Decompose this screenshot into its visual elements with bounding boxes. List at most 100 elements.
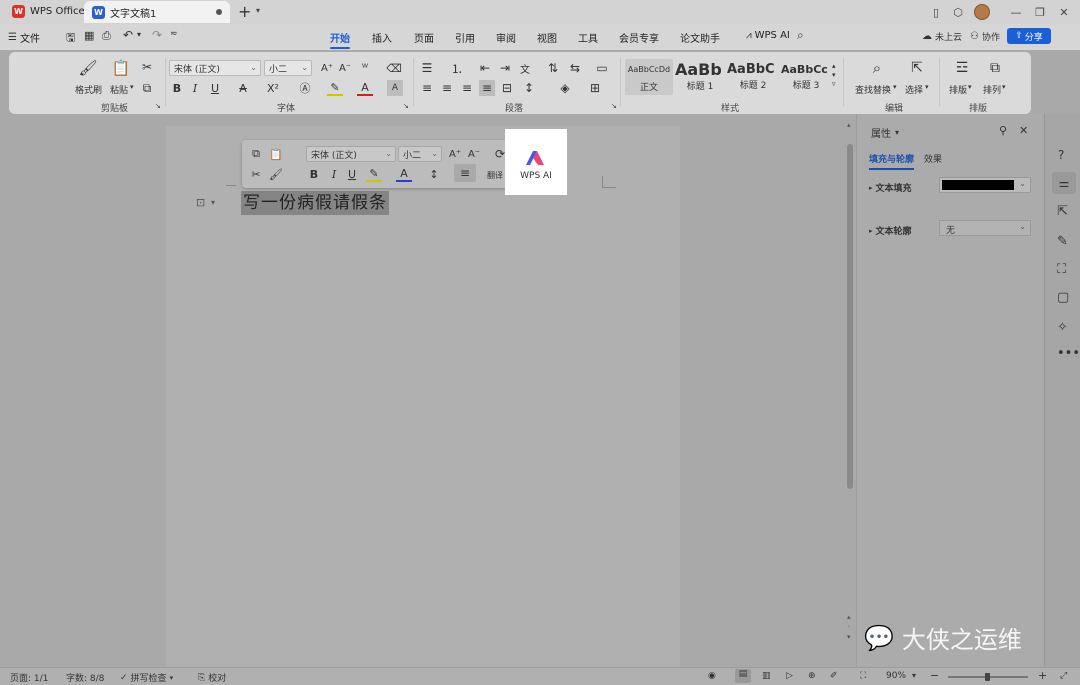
- undo-chevron-icon[interactable]: ▾: [137, 30, 141, 39]
- proofread-button[interactable]: ⎘ 校对: [198, 671, 226, 685]
- text-outline-select[interactable]: 无 ⌄: [939, 220, 1031, 236]
- chinese-layout-icon[interactable]: 文: [517, 60, 533, 76]
- highlight-icon[interactable]: ✎: [366, 166, 382, 182]
- scroll-up-icon[interactable]: ▴: [847, 121, 851, 129]
- text-fill-row[interactable]: ▸ 文本填充: [869, 181, 912, 195]
- increase-font-icon[interactable]: A⁺: [319, 60, 335, 76]
- close-panel-icon[interactable]: ✕: [1019, 124, 1028, 137]
- collab-button[interactable]: ⚇ 协作: [970, 30, 1000, 43]
- customize-toolbar-icon[interactable]: ≂: [170, 29, 178, 39]
- focus-mode-icon[interactable]: ◉: [708, 671, 716, 681]
- zoom-out-icon[interactable]: −: [930, 669, 939, 682]
- fit-page-icon[interactable]: ⛶: [860, 671, 866, 681]
- arrange-button[interactable]: 排列: [983, 83, 1001, 96]
- float-font-size-select[interactable]: 小二 ⌄: [398, 146, 442, 162]
- restore-icon[interactable]: ❐: [1032, 4, 1048, 20]
- distribute-icon[interactable]: ⊟: [499, 80, 515, 96]
- text-outline-row[interactable]: ▸ 文本轮廓: [869, 224, 912, 238]
- export-pdf-icon[interactable]: ▦: [84, 29, 94, 42]
- fullscreen-icon[interactable]: ⤢: [1060, 671, 1067, 681]
- new-tab-plus-icon[interactable]: +: [238, 2, 251, 21]
- underline-icon[interactable]: U: [207, 80, 223, 96]
- cut-icon[interactable]: ✂: [248, 166, 264, 182]
- clear-format-icon[interactable]: ⌫: [386, 60, 402, 76]
- layout-chevron-icon[interactable]: ▾: [968, 83, 972, 91]
- layout-button[interactable]: 排版: [949, 83, 967, 96]
- table-borders-icon[interactable]: ▭: [594, 60, 610, 76]
- unsaved-dot-icon[interactable]: [216, 9, 222, 15]
- font-color-icon[interactable]: A: [396, 166, 412, 182]
- arrange-icon[interactable]: ⧉: [987, 60, 1003, 76]
- tab-wps-office[interactable]: W WPS Office: [4, 0, 93, 22]
- select-chevron-icon[interactable]: ▾: [925, 83, 929, 91]
- translate-button[interactable]: 翻译: [487, 170, 503, 181]
- minimize-icon[interactable]: —: [1008, 4, 1024, 20]
- scroll-page-icon[interactable]: ▴ ◦ ▾: [847, 612, 851, 642]
- find-replace-icon[interactable]: ⌕: [869, 59, 885, 77]
- paragraph-handle-chevron-icon[interactable]: ▾: [211, 198, 215, 207]
- page-counter[interactable]: 页面: 1/1: [10, 671, 48, 684]
- text-effect-icon[interactable]: Ⓐ: [297, 80, 313, 96]
- shading-icon[interactable]: ◈: [557, 80, 573, 96]
- font-expand-icon[interactable]: ↘: [403, 102, 409, 110]
- bold-icon[interactable]: B: [306, 166, 322, 182]
- highlight-icon[interactable]: ✎: [327, 80, 343, 96]
- styles-scroll-icon[interactable]: ▴ ▾ ▿: [832, 62, 836, 89]
- numbered-list-icon[interactable]: ⒈: [449, 60, 465, 76]
- select-cursor-icon[interactable]: ⇱: [1057, 204, 1068, 219]
- paste-button[interactable]: 粘贴: [110, 83, 128, 96]
- line-spacing-icon[interactable]: ↕: [426, 166, 442, 182]
- zoom-chevron-icon[interactable]: ▾: [912, 671, 916, 680]
- write-view-icon[interactable]: ✐: [830, 671, 838, 681]
- style-heading-3[interactable]: AaBbCc 标题 3: [781, 59, 831, 95]
- select-cursor-icon[interactable]: ⇱: [909, 60, 925, 76]
- decrease-font-icon[interactable]: A⁻: [337, 60, 353, 76]
- strikethrough-icon[interactable]: A: [235, 80, 251, 96]
- cut-icon[interactable]: ✂: [139, 59, 155, 75]
- tab-page[interactable]: 页面: [414, 30, 434, 45]
- justify-icon[interactable]: ≡: [479, 80, 495, 96]
- paste-icon[interactable]: 📋: [112, 59, 131, 77]
- phonetic-icon[interactable]: ᵂ: [357, 60, 373, 76]
- tab-fill-outline[interactable]: 填充与轮廓: [869, 152, 915, 170]
- copy-icon[interactable]: ⧉: [139, 80, 155, 96]
- close-window-icon[interactable]: ✕: [1056, 4, 1072, 20]
- format-painter-icon[interactable]: 🖌: [78, 59, 97, 77]
- format-painter-icon[interactable]: 🖌: [268, 166, 284, 182]
- tab-paper-assistant[interactable]: 论文助手: [680, 30, 720, 45]
- style-heading-1[interactable]: AaBb 标题 1: [675, 59, 725, 95]
- increase-font-icon[interactable]: A⁺: [447, 146, 463, 162]
- float-font-name-select[interactable]: 宋体 (正文) ⌄: [306, 146, 396, 162]
- more-icon[interactable]: •••: [1057, 346, 1080, 361]
- tab-list-chevron-icon[interactable]: ▾: [256, 6, 260, 15]
- align-left-icon[interactable]: ≡: [419, 80, 435, 96]
- wps-ai-button[interactable]: WPS AI: [505, 129, 567, 195]
- print-preview-icon[interactable]: ⎙: [102, 29, 111, 43]
- paragraph-expand-icon[interactable]: ↘: [611, 102, 617, 110]
- tab-reference[interactable]: 引用: [455, 30, 475, 45]
- clipboard-expand-icon[interactable]: ↘: [155, 102, 161, 110]
- file-menu[interactable]: ☰ 文件: [8, 30, 40, 45]
- select-button[interactable]: 选择: [905, 83, 923, 96]
- superscript-icon[interactable]: X²: [265, 80, 281, 96]
- text-fill-color-select[interactable]: ⌄: [939, 177, 1031, 193]
- package-icon[interactable]: ⬡: [950, 4, 966, 20]
- underline-icon[interactable]: U: [344, 166, 360, 182]
- copy-icon[interactable]: ⧉: [248, 146, 264, 162]
- style-normal[interactable]: AaBbCcDd 正文: [625, 59, 673, 95]
- char-shading-icon[interactable]: A: [387, 80, 403, 96]
- show-marks-icon[interactable]: ⇆: [567, 60, 583, 76]
- increase-indent-icon[interactable]: ⇥: [497, 60, 513, 76]
- tab-effect[interactable]: 效果: [924, 152, 942, 165]
- bold-icon[interactable]: B: [169, 80, 185, 96]
- image-edit-icon[interactable]: ⛶: [1057, 262, 1066, 277]
- zoom-in-icon[interactable]: +: [1038, 669, 1047, 682]
- font-color-icon[interactable]: A: [357, 80, 373, 96]
- tab-home[interactable]: 开始: [330, 30, 350, 49]
- tab-review[interactable]: 审阅: [496, 30, 516, 45]
- tab-tools[interactable]: 工具: [578, 30, 598, 45]
- save-icon[interactable]: 🖫: [66, 29, 75, 48]
- arrange-chevron-icon[interactable]: ▾: [1002, 83, 1006, 91]
- italic-icon[interactable]: I: [187, 80, 203, 96]
- redo-icon[interactable]: ↷: [152, 28, 162, 42]
